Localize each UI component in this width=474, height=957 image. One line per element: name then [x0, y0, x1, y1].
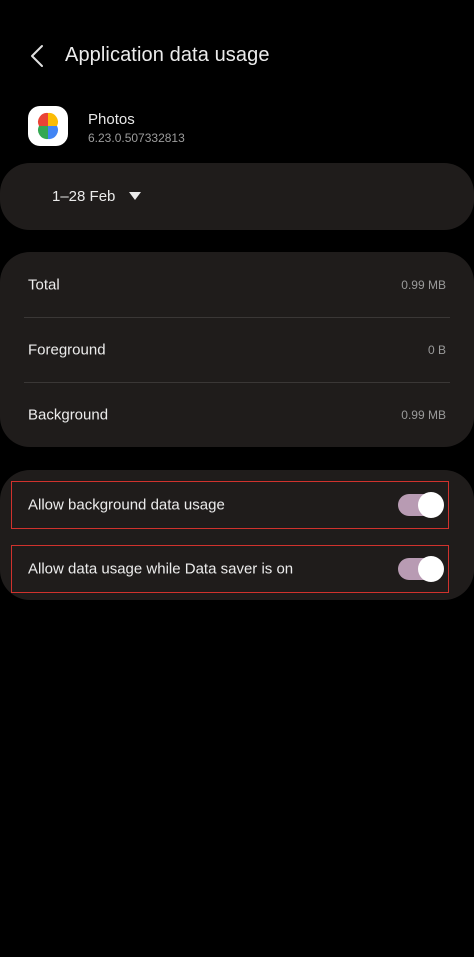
- period-dropdown[interactable]: 1–28 Feb: [42, 177, 151, 215]
- background-data-switch[interactable]: [398, 492, 444, 518]
- app-bar: Application data usage: [0, 0, 474, 112]
- period-card: 1–28 Feb: [0, 163, 474, 230]
- usage-label: Background: [28, 406, 109, 423]
- period-label: 1–28 Feb: [52, 187, 116, 205]
- usage-row-total: Total 0.99 MB: [0, 252, 474, 317]
- usage-value: 0.99 MB: [401, 407, 446, 422]
- chevron-left-icon: [31, 45, 43, 67]
- usage-value: 0 B: [427, 342, 446, 357]
- toggle-label: Allow data usage while Data saver is on: [28, 560, 294, 578]
- app-info: Photos 6.23.0.507332813: [28, 106, 448, 150]
- back-button[interactable]: [22, 40, 52, 72]
- toggle-row-data-saver[interactable]: Allow data usage while Data saver is on: [11, 545, 449, 593]
- usage-label: Foreground: [28, 341, 106, 358]
- toggle-label: Allow background data usage: [28, 496, 225, 514]
- usage-card: Total 0.99 MB Foreground 0 B Background …: [0, 252, 474, 447]
- data-saver-switch[interactable]: [398, 556, 444, 582]
- toggle-row-background-data[interactable]: Allow background data usage: [11, 481, 449, 529]
- usage-row-foreground: Foreground 0 B: [0, 317, 474, 382]
- caret-down-icon: [129, 192, 142, 200]
- app-name: Photos: [88, 111, 135, 128]
- google-photos-pinwheel-icon: [28, 106, 68, 146]
- usage-value: 0.99 MB: [401, 277, 446, 292]
- toggle-card: Allow background data usage Allow data u…: [0, 470, 474, 600]
- usage-row-background: Background 0.99 MB: [0, 382, 474, 447]
- usage-label: Total: [28, 276, 60, 293]
- app-version: 6.23.0.507332813: [88, 131, 185, 145]
- switch-knob: [418, 556, 444, 582]
- page-title: Application data usage: [65, 44, 270, 66]
- switch-knob: [418, 492, 444, 518]
